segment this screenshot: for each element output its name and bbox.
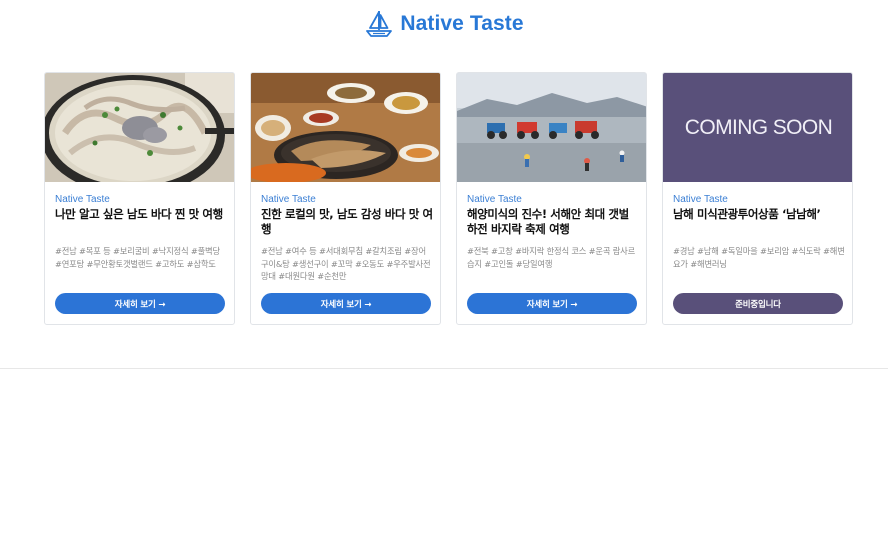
card-title[interactable]: 해양미식의 진수! 서해안 최대 갯벌 하전 바지락 축제 여행 <box>467 207 639 237</box>
card-title: 남해 미식관광투어상품 ‘남남해’ <box>673 207 821 221</box>
card-image[interactable] <box>251 73 440 182</box>
brand-logo[interactable]: Native Taste <box>364 9 524 39</box>
octopus-hotpot-photo <box>45 73 234 182</box>
grilled-fish-table-photo <box>251 73 440 182</box>
view-details-button[interactable]: 자세히 보기 → <box>55 293 225 314</box>
view-details-button[interactable]: 자세히 보기 → <box>467 293 637 314</box>
card-image[interactable] <box>45 73 234 182</box>
card-brand: Native Taste <box>55 194 110 205</box>
preparing-button[interactable]: 준비중입니다 <box>673 293 843 314</box>
tour-card[interactable]: Native Taste 나만 알고 싶은 남도 바다 찐 맛 여행 #전남 #… <box>44 72 235 325</box>
sailboat-icon <box>366 11 393 37</box>
card-tags: #전북 #고창 #바지락 한정식 코스 #운곡 람사르습지 #고인돌 #당일여행 <box>467 246 635 269</box>
footer-divider <box>0 368 888 369</box>
tour-card[interactable]: Native Taste 해양미식의 진수! 서해안 최대 갯벌 하전 바지락 … <box>456 72 647 325</box>
card-brand: Native Taste <box>467 194 522 205</box>
brand-name: Native Taste <box>400 12 524 35</box>
card-brand: Native Taste <box>673 194 728 205</box>
tour-card[interactable]: COMING SOON Native Taste 남해 미식관광투어상품 ‘남남… <box>662 72 853 325</box>
card-image[interactable] <box>457 73 646 182</box>
card-tags: #경남 #남해 #독일마을 #보리암 #식도락 #해변요가 #해변러닝 <box>673 246 845 269</box>
tour-card-list: Native Taste 나만 알고 싶은 남도 바다 찐 맛 여행 #전남 #… <box>44 72 854 325</box>
site-header: Native Taste <box>0 0 888 48</box>
card-tags: #전남 #목포 등 #보리굴비 #낙지정식 #풀벽당 #연포탕 #무안황토갯벌랜… <box>55 246 220 269</box>
view-details-button[interactable]: 자세히 보기 → <box>261 293 431 314</box>
card-image: COMING SOON <box>663 73 852 182</box>
card-title[interactable]: 나만 알고 싶은 남도 바다 찐 맛 여행 <box>55 207 227 222</box>
mudflat-tractors-photo <box>457 73 646 182</box>
tour-card[interactable]: Native Taste 진한 로컬의 맛, 남도 감성 바다 맛 여행 #전남… <box>250 72 441 325</box>
coming-soon-text: COMING SOON <box>685 116 832 139</box>
coming-soon-image: COMING SOON <box>663 73 852 182</box>
card-brand: Native Taste <box>261 194 316 205</box>
card-title[interactable]: 진한 로컬의 맛, 남도 감성 바다 맛 여행 <box>261 207 433 237</box>
card-tags: #전남 #여수 등 #서대회무침 #갈치조림 #장어구이&탕 #생선구이 #꼬막… <box>261 246 431 281</box>
